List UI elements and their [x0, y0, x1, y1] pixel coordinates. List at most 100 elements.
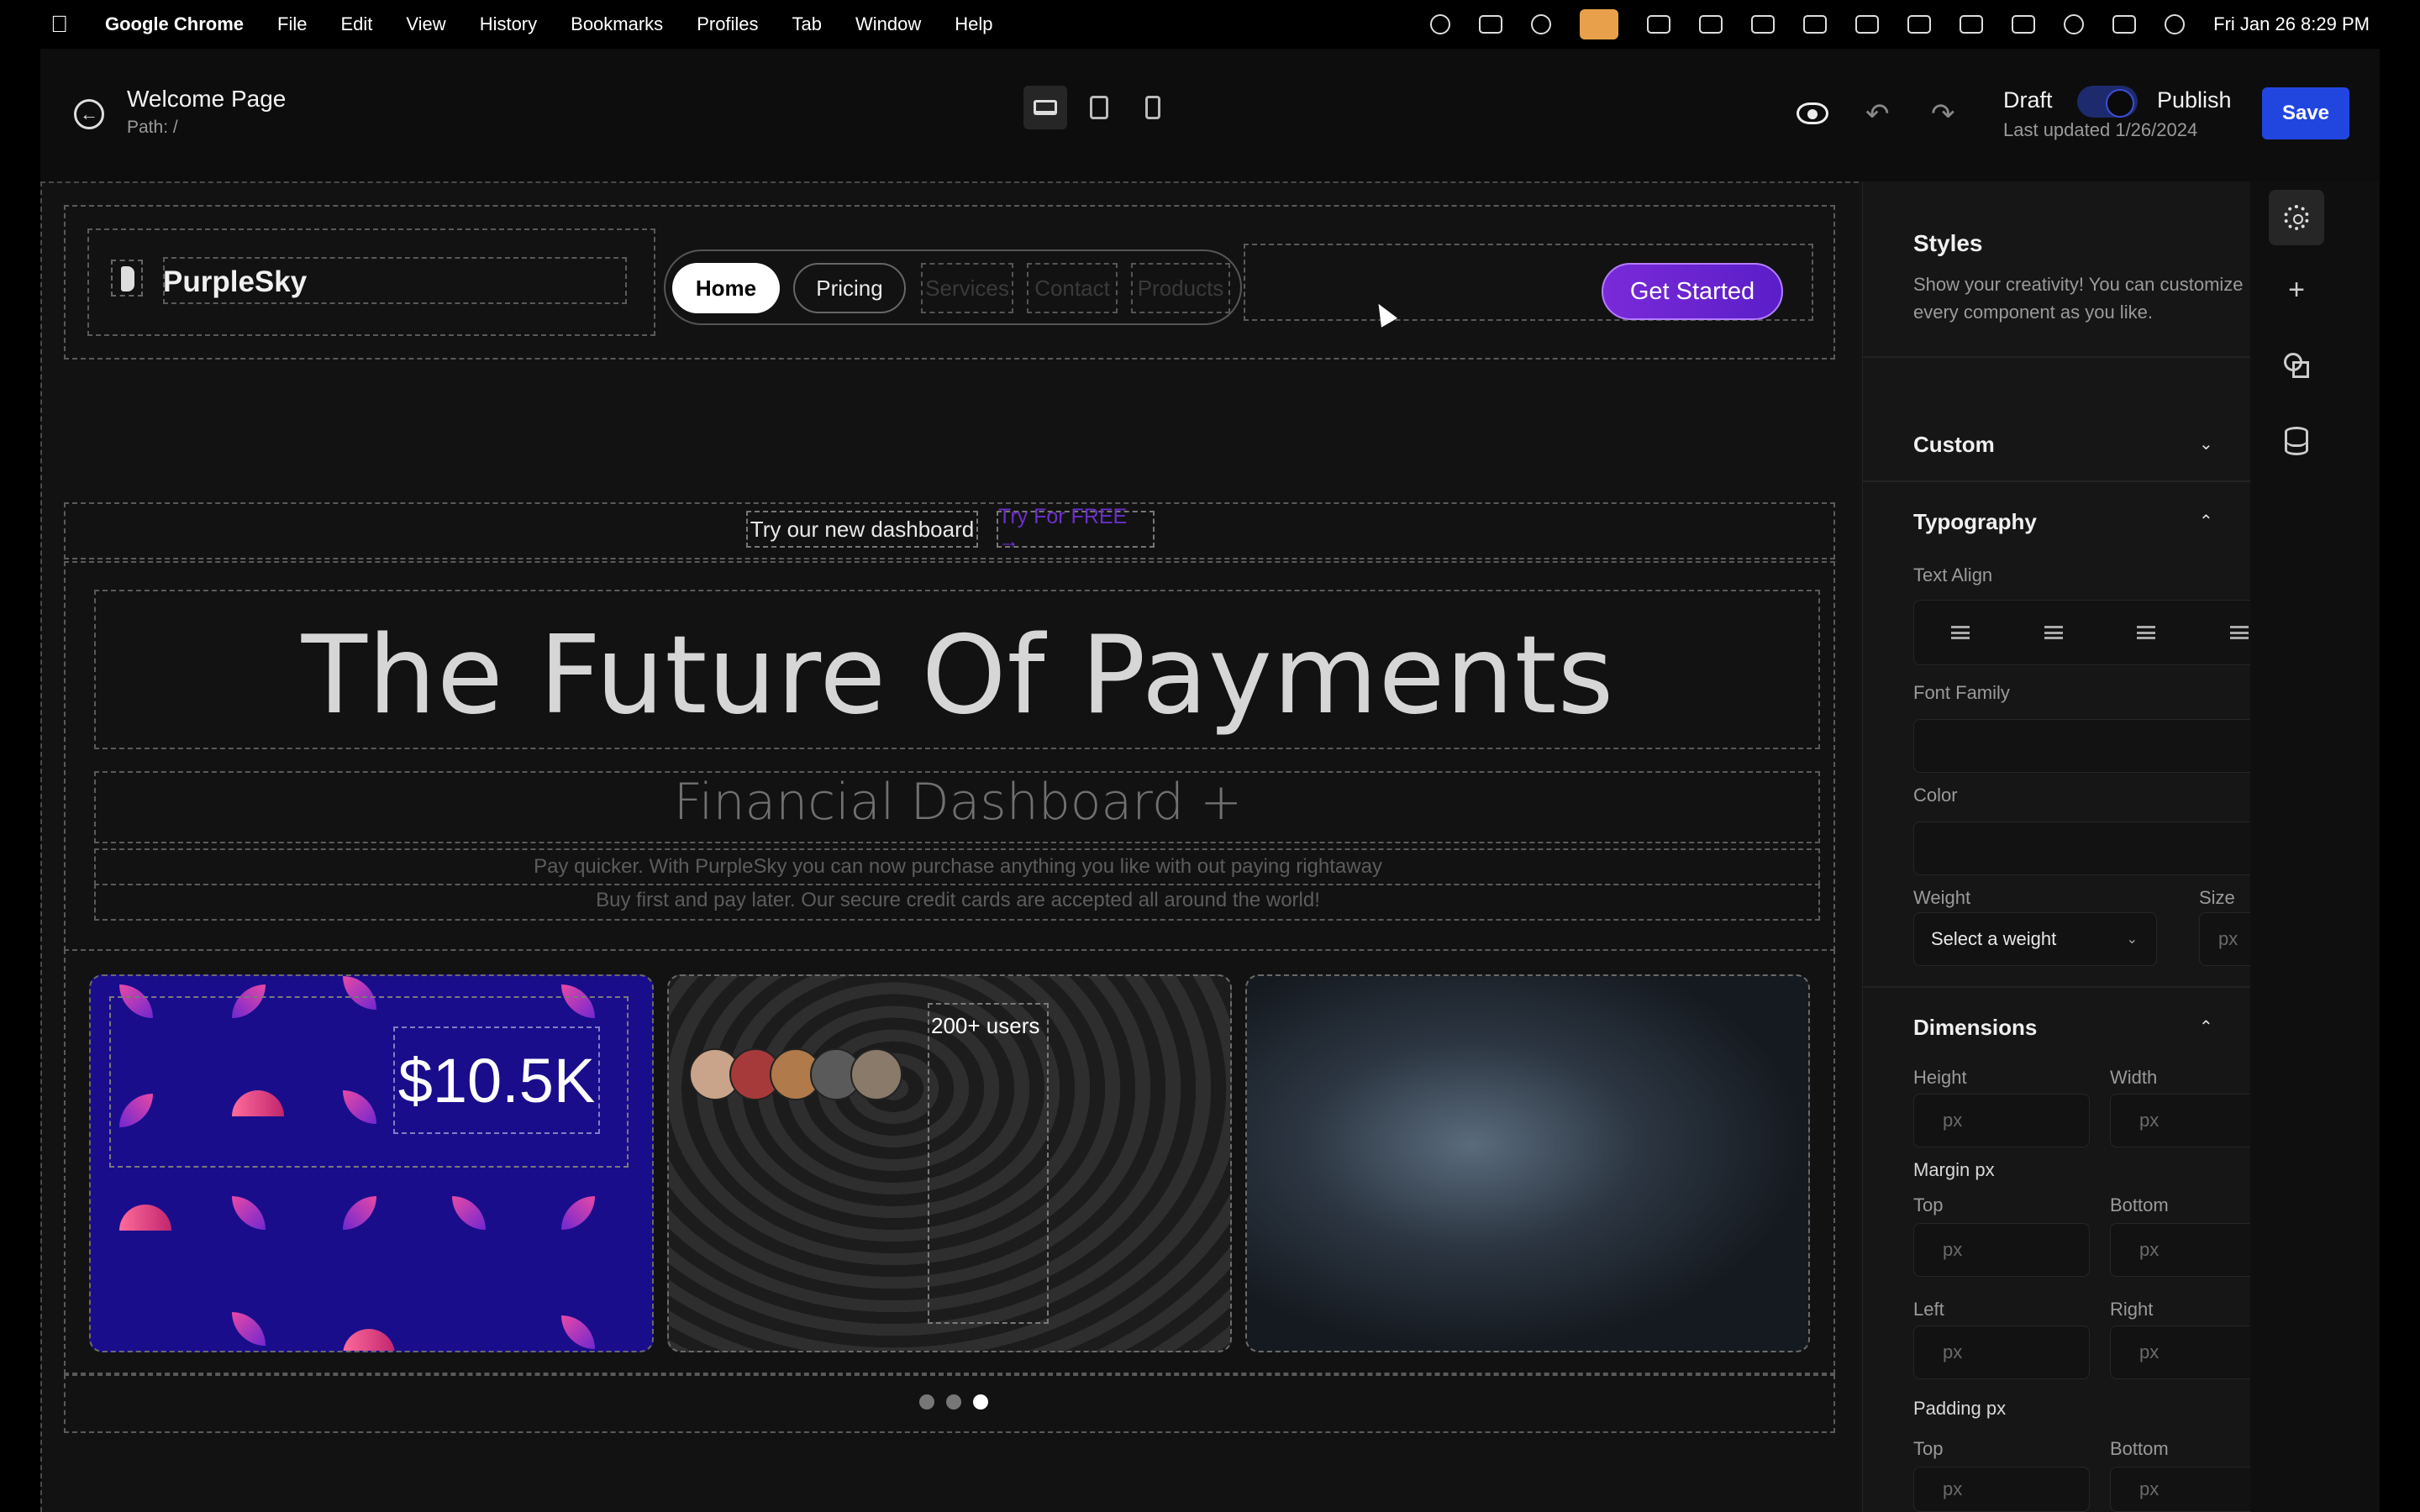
menu-window[interactable]: Window: [855, 13, 921, 35]
menu-edit[interactable]: Edit: [340, 13, 372, 35]
battery-icon[interactable]: [1960, 15, 1984, 34]
clock[interactable]: Fri Jan 26 8:29 PM: [2213, 13, 2370, 35]
plus-icon: +: [2288, 273, 2305, 306]
font-family-input[interactable]: [1913, 719, 2286, 773]
align-right-icon[interactable]: [2044, 626, 2063, 639]
carousel-dot[interactable]: [919, 1394, 934, 1410]
align-center-icon[interactable]: [2137, 626, 2156, 639]
tablet-icon: [1090, 96, 1108, 119]
announcement-text[interactable]: Try our new dashboard: [746, 511, 978, 548]
site-logo-text[interactable]: PurpleSky: [163, 265, 307, 299]
menu-bar:  Google Chrome File Edit View History B…: [0, 0, 2420, 49]
mobile-view-button[interactable]: [1131, 86, 1175, 129]
stat-card-value[interactable]: $10.5K: [393, 1026, 600, 1134]
desktop-view-button[interactable]: [1023, 86, 1067, 129]
phone-icon: [1145, 96, 1160, 119]
nav-services[interactable]: Services: [921, 263, 1013, 313]
chevron-down-icon[interactable]: ⌄: [2199, 433, 2213, 454]
menu-help[interactable]: Help: [955, 13, 992, 35]
color-label: Color: [1913, 785, 1958, 806]
control-center-icon[interactable]: [2112, 15, 2137, 34]
database-button[interactable]: [2269, 413, 2324, 469]
chevron-up-icon[interactable]: ⌃: [2199, 511, 2213, 532]
preview-eye-icon[interactable]: [1797, 102, 1828, 124]
users-count-label[interactable]: 200+ users: [931, 1013, 1039, 1039]
get-started-button[interactable]: Get Started: [1602, 263, 1783, 320]
status-icons: Fri Jan 26 8:29 PM: [1430, 9, 2370, 39]
color-input[interactable]: [1913, 822, 2286, 875]
margin-left-label: Left: [1913, 1299, 1944, 1320]
nav-contact[interactable]: Contact: [1027, 263, 1118, 313]
brightness-icon[interactable]: [1531, 14, 1552, 34]
dimensions-section-title[interactable]: Dimensions: [1913, 1015, 2037, 1041]
save-button[interactable]: Save: [2262, 87, 2349, 139]
wifi-icon[interactable]: [2012, 15, 2036, 34]
divider: [1863, 356, 2251, 358]
hero-subtitle[interactable]: Financial Dashboard +: [96, 773, 1820, 832]
carousel-dot[interactable]: [946, 1394, 961, 1410]
page-path: Path: /: [127, 118, 178, 137]
microphone-icon[interactable]: [1580, 9, 1619, 39]
camera-icon[interactable]: [1751, 15, 1776, 34]
menu-file[interactable]: File: [277, 13, 307, 35]
panel-title: Styles: [1913, 230, 1983, 256]
typography-section-title[interactable]: Typography: [1913, 509, 2037, 535]
menu-history[interactable]: History: [480, 13, 537, 35]
align-justify-icon[interactable]: [2229, 626, 2249, 639]
hero-line-2[interactable]: Buy first and pay later. Our secure cred…: [96, 889, 1820, 912]
weight-select[interactable]: Select a weight ⌄: [1913, 912, 2157, 966]
margin-top-input[interactable]: px: [1913, 1223, 2090, 1277]
settings-button[interactable]: [2269, 190, 2324, 245]
menu-bookmarks[interactable]: Bookmarks: [571, 13, 663, 35]
text-align-control: [1913, 600, 2286, 665]
chevron-up-icon[interactable]: ⌃: [2199, 1016, 2213, 1037]
menu-tab[interactable]: Tab: [792, 13, 822, 35]
add-element-button[interactable]: +: [2269, 262, 2324, 318]
margin-top-label: Top: [1913, 1194, 1944, 1215]
nav-products[interactable]: Products: [1131, 263, 1230, 313]
back-arrow-icon[interactable]: ←: [74, 99, 104, 129]
browser-window: ← Welcome Page Path: / ↶ ↷ Draft Publish…: [40, 49, 2380, 1512]
notes-icon[interactable]: [1647, 15, 1671, 34]
shapes-button[interactable]: [2269, 338, 2324, 393]
device-switcher: [1023, 86, 1175, 129]
publish-label: Publish: [2157, 87, 2232, 113]
custom-section-title[interactable]: Custom: [1913, 432, 1995, 458]
last-updated: Last updated 1/26/2024: [2003, 119, 2198, 140]
hero-line-1[interactable]: Pay quicker. With PurpleSky you can now …: [96, 855, 1820, 879]
chevron-down-icon: ⌄: [2126, 932, 2138, 947]
menu-view[interactable]: View: [406, 13, 445, 35]
siri-icon[interactable]: [2165, 14, 2186, 34]
margin-left-input[interactable]: px: [1913, 1326, 2090, 1379]
menu-app-name[interactable]: Google Chrome: [105, 13, 244, 35]
display-icon[interactable]: [1699, 15, 1723, 34]
bluetooth-icon[interactable]: [1855, 15, 1880, 34]
align-left-icon[interactable]: [1951, 626, 1970, 639]
undo-icon[interactable]: ↶: [1865, 97, 1890, 131]
carousel-dots: [919, 1394, 988, 1410]
menu-profiles[interactable]: Profiles: [697, 13, 758, 35]
editor-canvas[interactable]: PurpleSky Home Pricing Services Contact …: [40, 181, 1859, 1512]
figma-icon[interactable]: [1479, 15, 1503, 34]
activity-icon[interactable]: [1907, 15, 1932, 34]
nav-home[interactable]: Home: [672, 263, 780, 313]
hero-title[interactable]: The Future Of Payments: [96, 613, 1820, 738]
editor-toolbar: ← Welcome Page Path: / ↶ ↷ Draft Publish…: [40, 49, 2380, 181]
petal-shape: [561, 1315, 595, 1349]
apple-icon[interactable]: : [50, 11, 68, 38]
record-icon[interactable]: [1430, 14, 1451, 34]
screenshot-icon[interactable]: [1803, 15, 1828, 34]
petal-shape: [232, 1196, 266, 1230]
try-free-link[interactable]: Try For FREE →: [997, 505, 1155, 553]
nav-pricing[interactable]: Pricing: [793, 263, 906, 313]
height-input[interactable]: px: [1913, 1094, 2090, 1147]
abstract-image-card[interactable]: [1245, 974, 1810, 1352]
padding-top-input[interactable]: px: [1913, 1467, 2090, 1512]
search-icon[interactable]: [2064, 14, 2085, 34]
users-label-frame[interactable]: [928, 1003, 1049, 1324]
tablet-view-button[interactable]: [1077, 86, 1121, 129]
avatar: [850, 1048, 902, 1100]
publish-toggle[interactable]: [2077, 86, 2138, 118]
redo-icon[interactable]: ↷: [1931, 97, 1955, 131]
carousel-dot-active[interactable]: [973, 1394, 988, 1410]
